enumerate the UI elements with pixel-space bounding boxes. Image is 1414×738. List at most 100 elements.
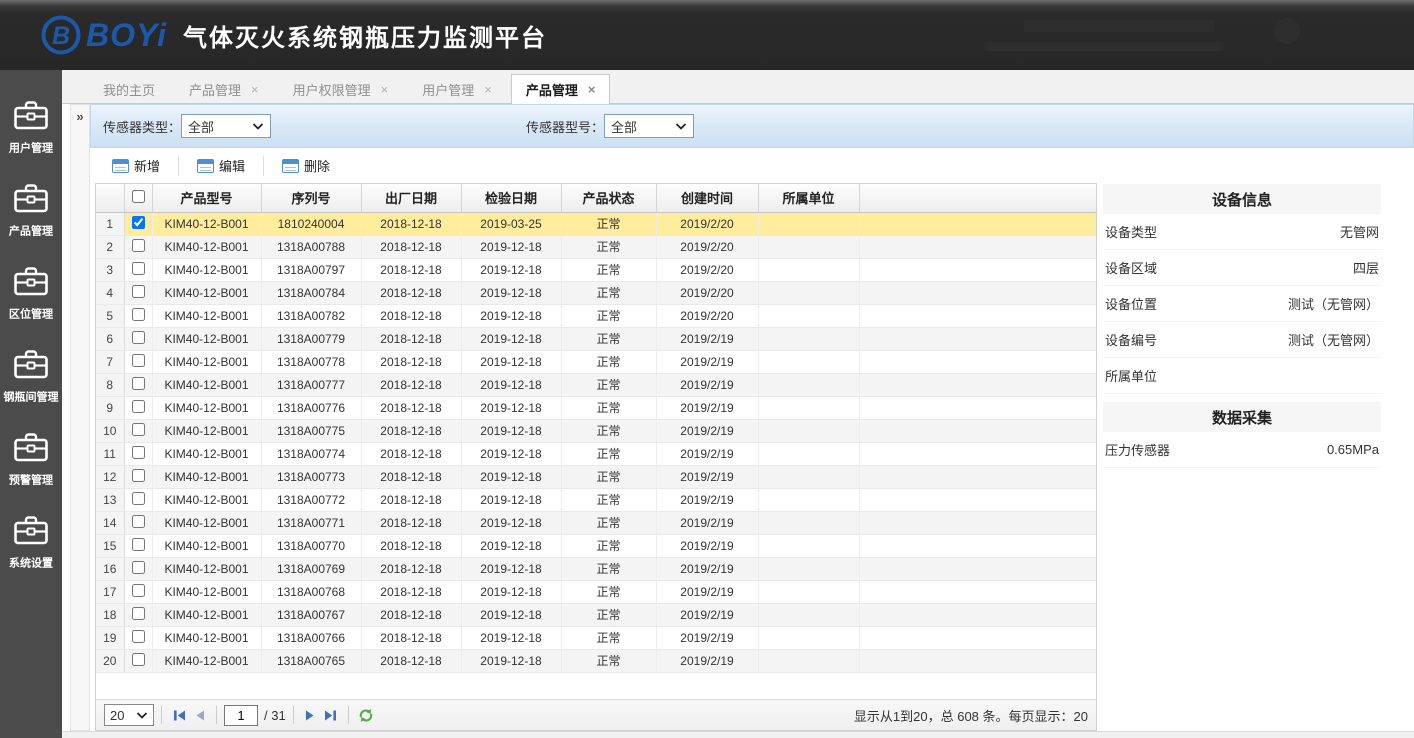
page-number-input[interactable] — [224, 705, 258, 726]
tab[interactable]: 用户权限管理 × — [278, 75, 404, 103]
cell-filler — [859, 212, 1096, 235]
row-checkbox[interactable] — [132, 561, 145, 574]
tab-close-icon[interactable]: × — [251, 82, 259, 97]
cell-product-model: KIM40-12-B001 — [152, 235, 261, 258]
tab[interactable]: 我的主页 — [88, 75, 170, 103]
tab-close-icon[interactable]: × — [381, 82, 389, 97]
cell-serial: 1318A00772 — [261, 488, 361, 511]
table-row[interactable]: 12 KIM40-12-B001 1318A00773 2018-12-18 2… — [96, 465, 1096, 488]
cell-created: 2019/2/19 — [656, 350, 758, 373]
table-row[interactable]: 20 KIM40-12-B001 1318A00765 2018-12-18 2… — [96, 649, 1096, 672]
sidebar-item[interactable]: 产品管理 — [7, 183, 55, 239]
row-checkbox[interactable] — [132, 653, 145, 666]
row-checkbox[interactable] — [132, 216, 145, 229]
cell-filler — [859, 396, 1096, 419]
row-checkbox[interactable] — [132, 492, 145, 505]
table-row[interactable]: 2 KIM40-12-B001 1318A00788 2018-12-18 20… — [96, 235, 1096, 258]
cell-mfg-date: 2018-12-18 — [361, 649, 461, 672]
table-row[interactable]: 8 KIM40-12-B001 1318A00777 2018-12-18 20… — [96, 373, 1096, 396]
cell-inspect-date: 2019-12-18 — [461, 396, 561, 419]
cell-created: 2019/2/20 — [656, 304, 758, 327]
row-checkbox[interactable] — [132, 377, 145, 390]
add-button[interactable]: 新增 — [104, 152, 168, 179]
table-row[interactable]: 10 KIM40-12-B001 1318A00775 2018-12-18 2… — [96, 419, 1096, 442]
row-checkbox[interactable] — [132, 607, 145, 620]
row-checkbox[interactable] — [132, 630, 145, 643]
table-row[interactable]: 17 KIM40-12-B001 1318A00768 2018-12-18 2… — [96, 580, 1096, 603]
edit-button[interactable]: 编辑 — [189, 152, 253, 179]
row-checkbox[interactable] — [132, 584, 145, 597]
row-checkbox[interactable] — [132, 308, 145, 321]
cell-status: 正常 — [561, 649, 656, 672]
cell-product-model: KIM40-12-B001 — [152, 626, 261, 649]
sensor-type-select[interactable]: 全部 — [181, 114, 271, 138]
prev-page-button[interactable] — [189, 705, 209, 725]
briefcase-icon — [13, 515, 49, 546]
row-checkbox[interactable] — [132, 285, 145, 298]
cell-serial: 1318A00776 — [261, 396, 361, 419]
row-checkbox[interactable] — [132, 331, 145, 344]
select-all-checkbox[interactable] — [132, 190, 145, 203]
table-row[interactable]: 5 KIM40-12-B001 1318A00782 2018-12-18 20… — [96, 304, 1096, 327]
column-header[interactable]: 出厂日期 — [361, 184, 461, 212]
table-row[interactable]: 1 KIM40-12-B001 1810240004 2018-12-18 20… — [96, 212, 1096, 235]
refresh-button[interactable] — [356, 705, 376, 725]
device-field-row: 所属单位 — [1103, 358, 1381, 394]
table-row[interactable]: 13 KIM40-12-B001 1318A00772 2018-12-18 2… — [96, 488, 1096, 511]
cell-inspect-date: 2019-12-18 — [461, 488, 561, 511]
row-checkbox[interactable] — [132, 446, 145, 459]
sidebar-item[interactable]: 钢瓶间管理 — [1, 349, 61, 405]
row-checkbox[interactable] — [132, 262, 145, 275]
cell-product-model: KIM40-12-B001 — [152, 373, 261, 396]
delete-button[interactable]: 删除 — [274, 152, 338, 179]
column-header[interactable]: 序列号 — [261, 184, 361, 212]
column-header[interactable]: 产品状态 — [561, 184, 656, 212]
cell-mfg-date: 2018-12-18 — [361, 281, 461, 304]
row-checkbox[interactable] — [132, 423, 145, 436]
column-header[interactable]: 所属单位 — [758, 184, 859, 212]
cell-status: 正常 — [561, 488, 656, 511]
column-header[interactable]: 检验日期 — [461, 184, 561, 212]
table-row[interactable]: 11 KIM40-12-B001 1318A00774 2018-12-18 2… — [96, 442, 1096, 465]
next-page-button[interactable] — [301, 705, 321, 725]
expand-panel-icon[interactable]: » — [71, 109, 89, 124]
table-row[interactable]: 18 KIM40-12-B001 1318A00767 2018-12-18 2… — [96, 603, 1096, 626]
column-header[interactable]: 产品型号 — [152, 184, 261, 212]
table-row[interactable]: 7 KIM40-12-B001 1318A00778 2018-12-18 20… — [96, 350, 1096, 373]
cell-status: 正常 — [561, 534, 656, 557]
table-row[interactable]: 19 KIM40-12-B001 1318A00766 2018-12-18 2… — [96, 626, 1096, 649]
tab-close-icon[interactable]: × — [588, 82, 596, 97]
tab[interactable]: 产品管理 × — [174, 75, 274, 103]
last-page-button[interactable] — [321, 705, 341, 725]
row-number: 19 — [96, 626, 124, 649]
row-checkbox[interactable] — [132, 354, 145, 367]
table-row[interactable]: 14 KIM40-12-B001 1318A00771 2018-12-18 2… — [96, 511, 1096, 534]
first-page-button[interactable] — [169, 705, 189, 725]
cell-mfg-date: 2018-12-18 — [361, 212, 461, 235]
row-checkbox[interactable] — [132, 400, 145, 413]
row-checkbox[interactable] — [132, 239, 145, 252]
page-size-select[interactable]: 20 — [104, 704, 154, 726]
sidebar-item[interactable]: 系统设置 — [7, 515, 55, 571]
table-row[interactable]: 6 KIM40-12-B001 1318A00779 2018-12-18 20… — [96, 327, 1096, 350]
table-row[interactable]: 16 KIM40-12-B001 1318A00769 2018-12-18 2… — [96, 557, 1096, 580]
table-row[interactable]: 15 KIM40-12-B001 1318A00770 2018-12-18 2… — [96, 534, 1096, 557]
row-checkbox[interactable] — [132, 538, 145, 551]
boyi-logo-icon: B — [38, 12, 84, 58]
table-row[interactable]: 3 KIM40-12-B001 1318A00797 2018-12-18 20… — [96, 258, 1096, 281]
table-row[interactable]: 9 KIM40-12-B001 1318A00776 2018-12-18 20… — [96, 396, 1096, 419]
table-row[interactable]: 4 KIM40-12-B001 1318A00784 2018-12-18 20… — [96, 281, 1096, 304]
tab-close-icon[interactable]: × — [484, 82, 492, 97]
row-checkbox-cell — [124, 304, 152, 327]
tab[interactable]: 用户管理 × — [407, 75, 507, 103]
sidebar-item[interactable]: 区位管理 — [7, 266, 55, 322]
row-checkbox[interactable] — [132, 469, 145, 482]
row-checkbox-cell — [124, 212, 152, 235]
cell-mfg-date: 2018-12-18 — [361, 419, 461, 442]
column-header[interactable]: 创建时间 — [656, 184, 758, 212]
sidebar-item[interactable]: 用户管理 — [7, 100, 55, 156]
tab[interactable]: 产品管理 × — [511, 74, 611, 104]
sidebar-item[interactable]: 预警管理 — [7, 432, 55, 488]
sensor-model-select[interactable]: 全部 — [604, 114, 694, 138]
row-checkbox[interactable] — [132, 515, 145, 528]
